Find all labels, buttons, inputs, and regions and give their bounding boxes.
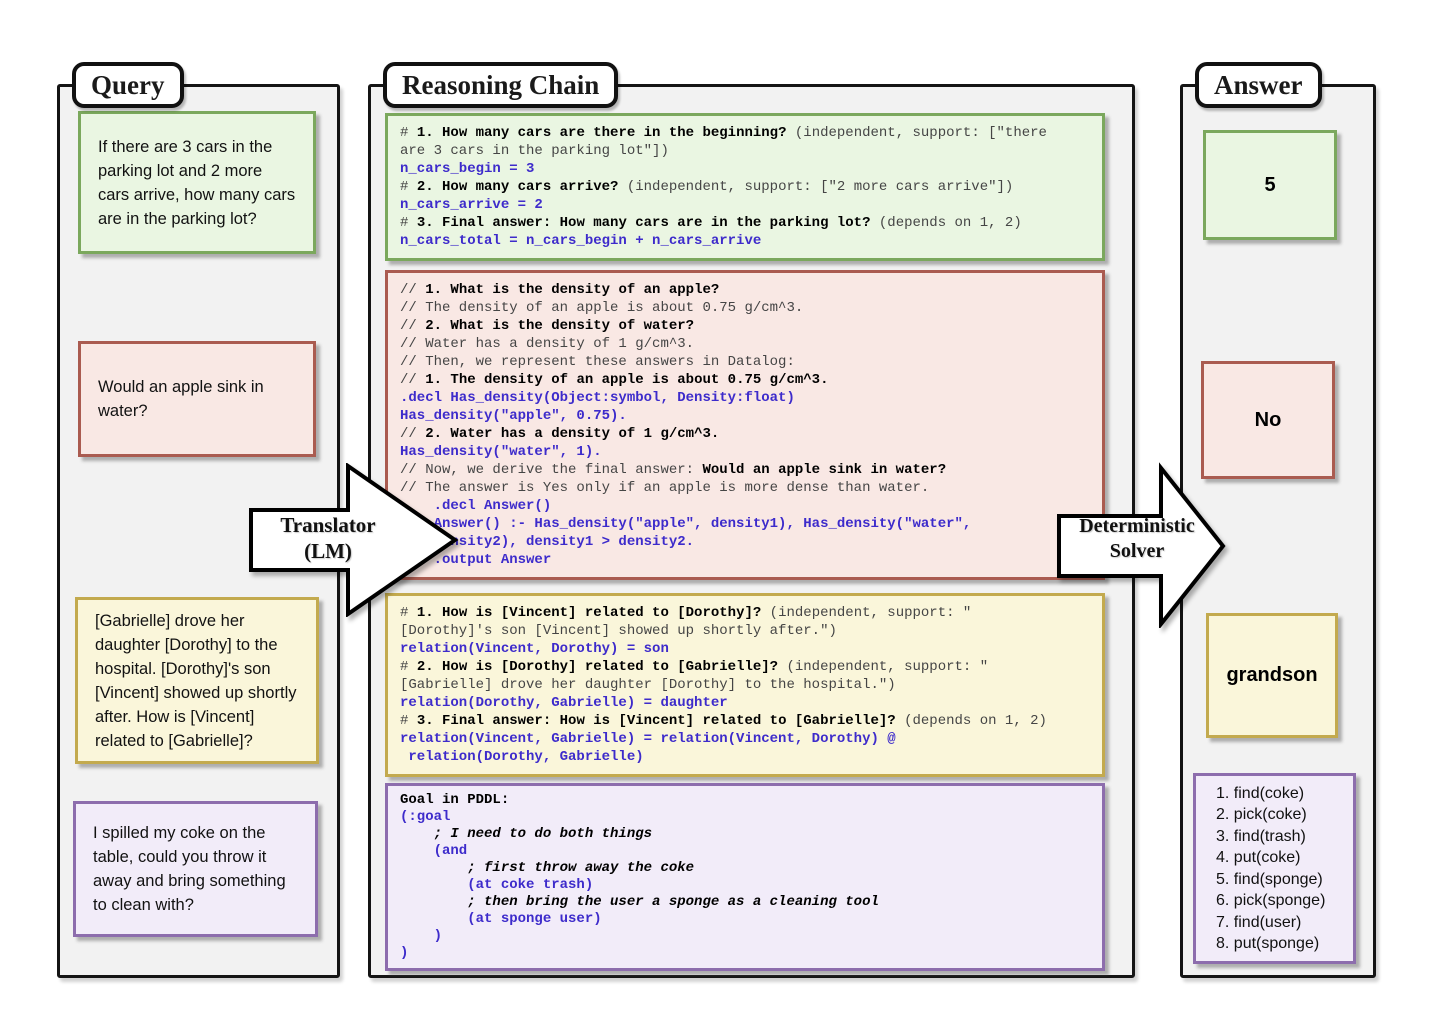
code-line: (at coke trash) [400,877,1090,894]
code-line: Has_density("apple", 0.75). [400,407,1090,425]
code-line: # 2. How many cars arrive? (independent,… [400,178,1090,196]
code-line: density2), density1 > density2. [400,533,1090,551]
code-line: relation(Vincent, Gabrielle) = relation(… [400,730,1090,748]
code-line: [Dorothy]'s son [Vincent] showed up shor… [400,622,1090,640]
code-line: (and [400,843,1090,860]
plan-step: 1. find(coke) [1216,783,1304,805]
query-text: If there are 3 cars in the parking lot a… [98,135,296,231]
code-line: Answer() :- Has_density("apple", density… [400,515,1090,533]
answer-value: 5 [1264,174,1275,197]
code-line: are 3 cars in the parking lot"]) [400,142,1090,160]
query-panel-title: Query [72,62,184,108]
arrow-label-line: (LM) [253,538,403,564]
reasoning-block-datalog: // 1. What is the density of an apple?//… [385,270,1105,580]
code-line: .output Answer [400,551,1090,569]
answer-value: No [1255,409,1282,432]
code-line: // The density of an apple is about 0.75… [400,299,1090,317]
reasoning-block-python: # 1. How many cars are there in the begi… [385,113,1105,261]
plan-step: 5. find(sponge) [1216,869,1323,891]
query-text: Would an apple sink in water? [98,375,296,423]
code-line: # 3. Final answer: How is [Vincent] rela… [400,712,1090,730]
code-line: .decl Has_density(Object:symbol, Density… [400,389,1090,407]
reasoning-panel-title: Reasoning Chain [383,62,618,108]
code-line: // Water has a density of 1 g/cm^3. [400,335,1090,353]
code-line: // The answer is Yes only if an apple is… [400,479,1090,497]
answer-panel-title: Answer [1195,62,1322,108]
faithful-cot-pipeline-figure: Query If there are 3 cars in the parking… [0,0,1454,1014]
code-line: // 2. Water has a density of 1 g/cm^3. [400,425,1090,443]
plan-step: 7. find(user) [1216,912,1301,934]
query-text: I spilled my coke on the table, could yo… [93,821,298,917]
plan-step: 3. find(trash) [1216,826,1306,848]
code-line: .decl Answer() [400,497,1090,515]
code-line: // 1. What is the density of an apple? [400,281,1090,299]
code-line: n_cars_total = n_cars_begin + n_cars_arr… [400,232,1090,250]
query-card-physics: Would an apple sink in water? [78,341,316,457]
query-card-robot-task: I spilled my coke on the table, could yo… [73,801,318,937]
code-line: (at sponge user) [400,911,1090,928]
plan-step: 2. pick(coke) [1216,804,1307,826]
code-line: n_cars_begin = 3 [400,160,1090,178]
arrow-label-line: Solver [1058,539,1216,564]
query-text: [Gabrielle] drove her daughter [Dorothy]… [95,609,299,753]
code-line: Goal in PDDL: [400,792,1090,809]
plan-step: 4. put(coke) [1216,847,1300,869]
reasoning-block-relation: # 1. How is [Vincent] related to [Doroth… [385,593,1105,777]
query-card-arithmetic: If there are 3 cars in the parking lot a… [78,111,316,254]
code-line: // Now, we derive the final answer: Woul… [400,461,1090,479]
code-line: ) [400,945,1090,962]
answer-card-arithmetic: 5 [1203,130,1337,240]
code-line: ; first throw away the coke [400,860,1090,877]
answer-card-robot-plan: 1. find(coke)2. pick(coke)3. find(trash)… [1193,773,1356,964]
code-line: # 1. How is [Vincent] related to [Doroth… [400,604,1090,622]
code-line: // Then, we represent these answers in D… [400,353,1090,371]
code-line: # 1. How many cars are there in the begi… [400,124,1090,142]
code-line: ) [400,928,1090,945]
query-card-kinship: [Gabrielle] drove her daughter [Dorothy]… [75,597,319,764]
plan-step: 8. put(sponge) [1216,933,1319,955]
code-line: // 2. What is the density of water? [400,317,1090,335]
answer-value: grandson [1226,664,1317,687]
code-line: ; I need to do both things [400,826,1090,843]
code-line: relation(Vincent, Dorothy) = son [400,640,1090,658]
code-line: # 3. Final answer: How many cars are in … [400,214,1090,232]
arrow-label-line: Deterministic [1058,514,1216,539]
reasoning-chain-panel: Reasoning Chain # 1. How many cars are t… [368,84,1135,978]
code-line: relation(Dorothy, Gabrielle) [400,748,1090,766]
code-line: (:goal [400,809,1090,826]
answer-card-kinship: grandson [1206,613,1338,738]
code-line: Has_density("water", 1). [400,443,1090,461]
code-line: ; then bring the user a sponge as a clea… [400,894,1090,911]
reasoning-block-pddl: Goal in PDDL:(:goal ; I need to do both … [385,783,1105,971]
code-line: // 1. The density of an apple is about 0… [400,371,1090,389]
code-line: [Gabrielle] drove her daughter [Dorothy]… [400,676,1090,694]
translator-arrow-label: Translator (LM) [253,512,403,564]
code-line: relation(Dorothy, Gabrielle) = daughter [400,694,1090,712]
deterministic-solver-arrow-label: Deterministic Solver [1058,514,1216,564]
code-line: # 2. How is [Dorothy] related to [Gabrie… [400,658,1090,676]
code-line: n_cars_arrive = 2 [400,196,1090,214]
arrow-label-line: Translator [253,512,403,538]
plan-step: 6. pick(sponge) [1216,890,1325,912]
